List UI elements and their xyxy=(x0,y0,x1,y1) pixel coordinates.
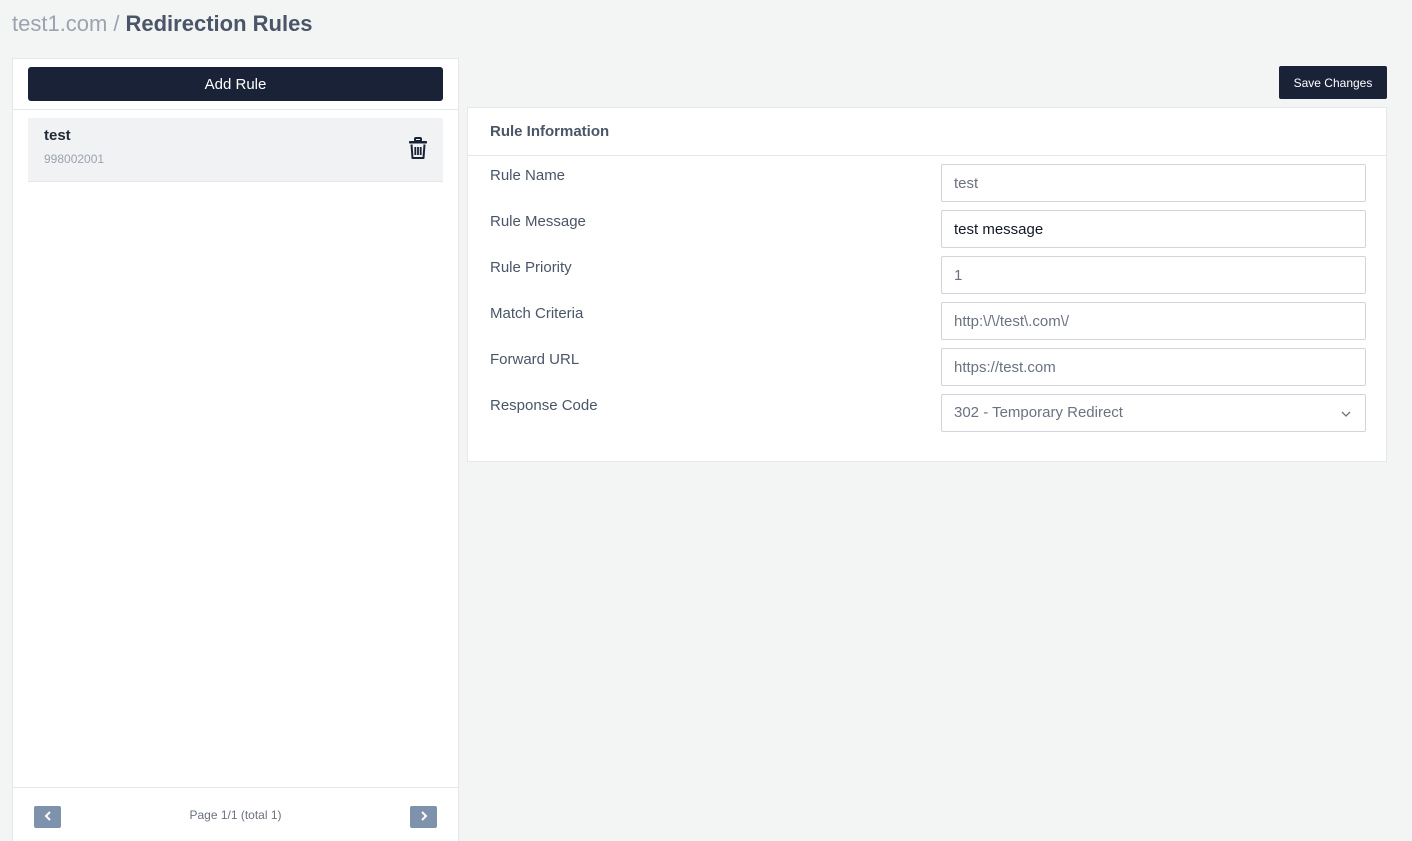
breadcrumb: test1.com / Redirection Rules xyxy=(12,10,313,38)
form-row-response-code: Response Code 302 - Temporary Redirect xyxy=(490,394,1366,440)
rule-item-name: test xyxy=(44,127,71,144)
form-row-rule-priority: Rule Priority xyxy=(490,256,1366,302)
form-row-match-criteria: Match Criteria xyxy=(490,302,1366,348)
response-code-value: 302 - Temporary Redirect xyxy=(954,404,1123,421)
breadcrumb-separator: / xyxy=(113,11,120,36)
list-item[interactable]: test 998002001 xyxy=(28,118,443,182)
save-changes-button[interactable]: Save Changes xyxy=(1279,66,1387,99)
rule-name-input[interactable] xyxy=(941,164,1366,202)
form-row-rule-message: Rule Message xyxy=(490,210,1366,256)
response-code-select[interactable]: 302 - Temporary Redirect xyxy=(941,394,1366,432)
rule-message-input[interactable] xyxy=(941,210,1366,248)
match-criteria-input[interactable] xyxy=(941,302,1366,340)
trash-icon[interactable] xyxy=(409,137,427,159)
form-row-forward-url: Forward URL xyxy=(490,348,1366,394)
pagination: Page 1/1 (total 1) xyxy=(13,787,458,841)
rule-name-label: Rule Name xyxy=(490,167,566,184)
chevron-down-icon xyxy=(1341,411,1351,417)
next-page-button[interactable] xyxy=(410,806,437,828)
rule-list: test 998002001 xyxy=(13,110,458,182)
forward-url-input[interactable] xyxy=(941,348,1366,386)
rules-sidebar: Add Rule test 998002001 Page 1/1 (total … xyxy=(12,58,459,841)
rule-priority-input[interactable] xyxy=(941,256,1366,294)
rule-information-card: Rule Information Rule Name Rule Message … xyxy=(467,107,1387,462)
page-title: Redirection Rules xyxy=(125,11,313,36)
rule-form: Rule Name Rule Message Rule Priority Mat… xyxy=(468,156,1386,440)
add-rule-bar: Add Rule xyxy=(13,59,458,110)
chevron-right-icon xyxy=(420,811,427,821)
forward-url-label: Forward URL xyxy=(490,351,580,368)
card-title: Rule Information xyxy=(468,108,1386,156)
form-row-rule-name: Rule Name xyxy=(490,164,1366,210)
breadcrumb-site[interactable]: test1.com xyxy=(12,11,107,36)
rule-message-label: Rule Message xyxy=(490,213,586,230)
rule-item-id: 998002001 xyxy=(44,152,105,166)
rule-priority-label: Rule Priority xyxy=(490,259,572,276)
add-rule-button[interactable]: Add Rule xyxy=(28,67,443,101)
match-criteria-label: Match Criteria xyxy=(490,305,584,322)
response-code-label: Response Code xyxy=(490,397,598,414)
pagination-status: Page 1/1 (total 1) xyxy=(189,808,282,822)
